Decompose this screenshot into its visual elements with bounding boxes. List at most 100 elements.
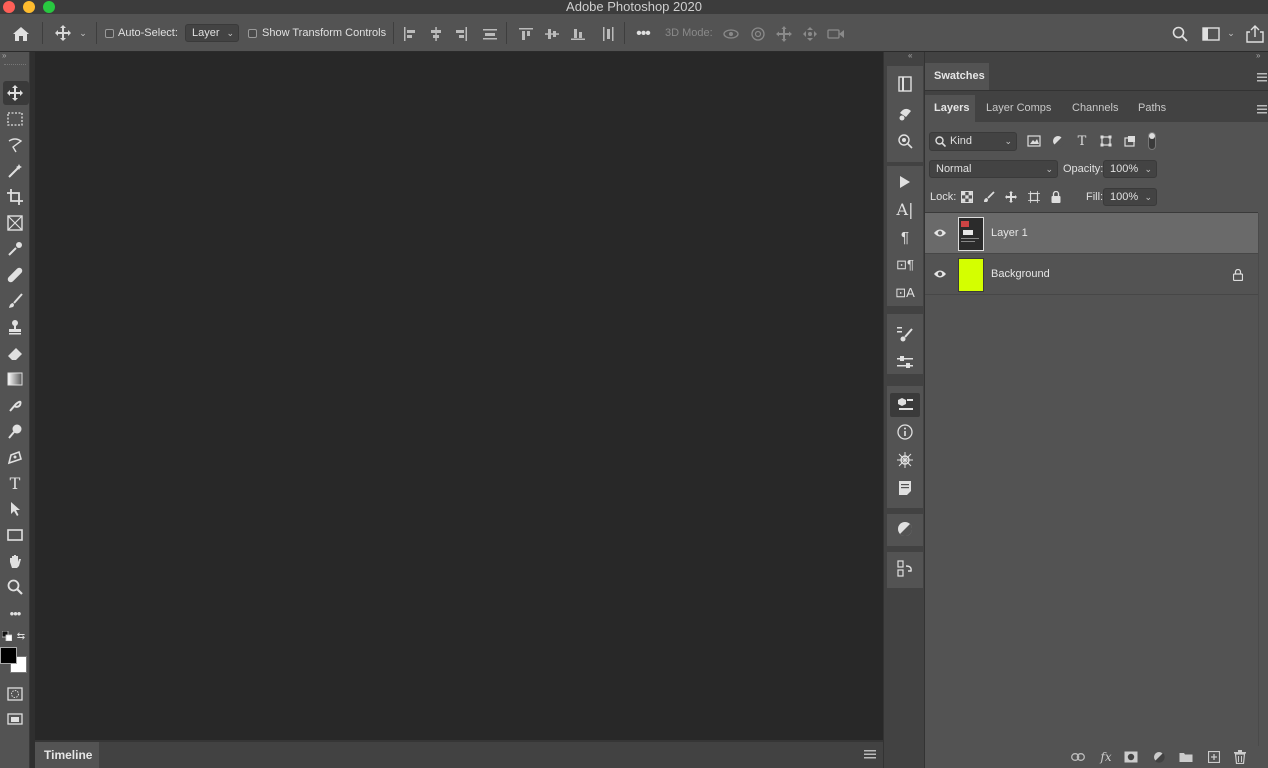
gradient-tool-icon[interactable] [5,370,25,388]
move-tool-preset-icon[interactable] [54,24,72,42]
paragraph-icon[interactable]: ¶ [895,228,915,246]
type-tool-icon[interactable]: T [5,474,25,493]
lasso-tool-icon[interactable] [5,136,25,154]
align-bottom-edges-icon[interactable] [570,26,586,42]
tools-grip[interactable] [4,64,26,67]
magic-wand-tool-icon[interactable] [5,162,25,180]
pen-tool-icon[interactable] [5,448,25,466]
crop-tool-icon[interactable] [5,188,25,206]
3d-camera-icon[interactable] [826,26,846,42]
timeline-tab[interactable]: Timeline [35,742,99,768]
filter-kind-dropdown[interactable]: Kind ⌄ [929,132,1017,151]
filter-shape-layers-icon[interactable] [1098,134,1114,148]
document-canvas-area[interactable] [35,52,883,740]
home-icon[interactable] [10,24,32,44]
notes-icon[interactable] [895,479,915,497]
zoom-tool-icon[interactable] [5,578,25,596]
smudge-tool-icon[interactable] [5,396,25,414]
3d-orbit-icon[interactable] [722,26,740,42]
eyedropper-tool-icon[interactable] [5,240,25,258]
link-layers-icon[interactable] [1070,750,1086,764]
workspace-chevron-down-icon[interactable]: ⌄ [1225,28,1237,38]
auto-select-checkbox[interactable] [105,29,114,38]
new-layer-icon[interactable] [1206,750,1222,764]
layer-visibility-eye-icon[interactable] [933,268,947,280]
filter-adjustment-layers-icon[interactable] [1050,134,1066,148]
info-icon[interactable] [895,423,915,441]
3d-panel-icon[interactable] [895,396,915,414]
add-layer-mask-icon[interactable] [1123,750,1139,764]
blend-mode-dropdown[interactable]: Normal ⌄ [929,160,1058,178]
timeline-menu-icon[interactable] [863,748,877,760]
adjustments-icon[interactable] [895,520,915,538]
default-colors-icon[interactable] [1,630,13,642]
align-vertical-centers-icon[interactable] [544,26,560,42]
fill-field[interactable]: 100% ⌄ [1103,188,1157,206]
3d-roll-icon[interactable] [749,26,767,42]
marquee-tool-icon[interactable] [5,110,25,128]
align-horizontal-centers-icon[interactable] [428,26,444,42]
filter-smart-objects-icon[interactable] [1122,134,1138,148]
character-styles-icon[interactable]: ⊡A [895,284,915,302]
eraser-tool-icon[interactable] [5,344,25,362]
rectangle-tool-icon[interactable] [5,526,25,544]
character-icon[interactable]: A| [895,200,915,219]
lock-position-icon[interactable] [1004,190,1018,204]
paragraph-styles-icon[interactable]: ⊡¶ [895,256,915,274]
actions-play-icon[interactable] [895,173,915,191]
lock-transparent-pixels-icon[interactable] [960,190,974,204]
clone-stamp-tool-icon[interactable] [5,318,25,336]
search-icon[interactable] [1171,25,1189,43]
libraries-icon[interactable] [895,560,915,578]
quick-mask-icon[interactable] [5,685,25,703]
layers-menu-icon[interactable] [1256,103,1268,115]
adjustments-sliders-icon[interactable] [895,354,915,372]
path-selection-tool-icon[interactable] [5,500,25,518]
show-transform-controls-checkbox[interactable] [248,29,257,38]
dock-collapse-icon[interactable]: « [908,52,922,60]
screen-mode-icon[interactable] [5,711,25,729]
preset-chevron-down-icon[interactable]: ⌄ [78,28,88,38]
layer-row-background[interactable]: Background [925,254,1258,295]
more-options-icon[interactable]: ••• [632,25,654,42]
layer-row-layer-1[interactable]: Layer 1 [925,213,1258,254]
3d-pan-icon[interactable] [775,26,793,42]
opacity-field[interactable]: 100% ⌄ [1103,160,1157,178]
dodge-tool-icon[interactable] [5,422,25,440]
foreground-color-swatch[interactable] [0,647,17,664]
layer-style-fx-icon[interactable]: fx [1097,749,1115,765]
navigator-icon[interactable] [895,451,915,469]
healing-brush-tool-icon[interactable] [5,266,25,284]
properties-target-icon[interactable] [895,132,915,150]
panels-expand-icon[interactable]: » [1256,52,1266,60]
filter-pixel-layers-icon[interactable] [1026,134,1042,148]
tab-paths[interactable]: Paths [1138,95,1166,121]
filter-toggle-icon[interactable] [1145,131,1159,151]
tab-channels[interactable]: Channels [1072,95,1118,121]
distribute-vertical-icon[interactable] [482,26,498,42]
swap-colors-icon[interactable]: ⇆ [15,630,27,642]
new-adjustment-layer-icon[interactable] [1151,750,1167,764]
lock-image-pixels-icon[interactable] [982,190,996,204]
3d-slide-icon[interactable] [801,26,819,42]
lock-all-icon[interactable] [1049,190,1063,204]
history-icon[interactable] [895,75,915,93]
new-group-folder-icon[interactable] [1178,750,1194,764]
workspace-icon[interactable] [1200,25,1222,43]
align-left-edges-icon[interactable] [402,26,418,42]
auto-select-target-dropdown[interactable]: Layer ⌄ [185,24,239,42]
hand-tool-icon[interactable] [5,552,25,570]
align-right-edges-icon[interactable] [453,26,469,42]
more-tools-icon[interactable]: ••• [5,604,25,622]
frame-tool-icon[interactable] [5,214,25,232]
share-icon[interactable] [1244,24,1266,44]
distribute-horizontal-icon[interactable] [600,26,616,42]
filter-type-layers-icon[interactable]: T [1074,133,1090,149]
swatches-menu-icon[interactable] [1256,71,1268,83]
tools-collapse-icon[interactable]: » [0,52,30,60]
move-tool-icon[interactable] [5,84,25,102]
brush-settings-icon[interactable] [895,325,915,343]
delete-layer-trash-icon[interactable] [1232,749,1248,765]
brush-presets-icon[interactable] [895,104,915,122]
brush-tool-icon[interactable] [5,292,25,310]
